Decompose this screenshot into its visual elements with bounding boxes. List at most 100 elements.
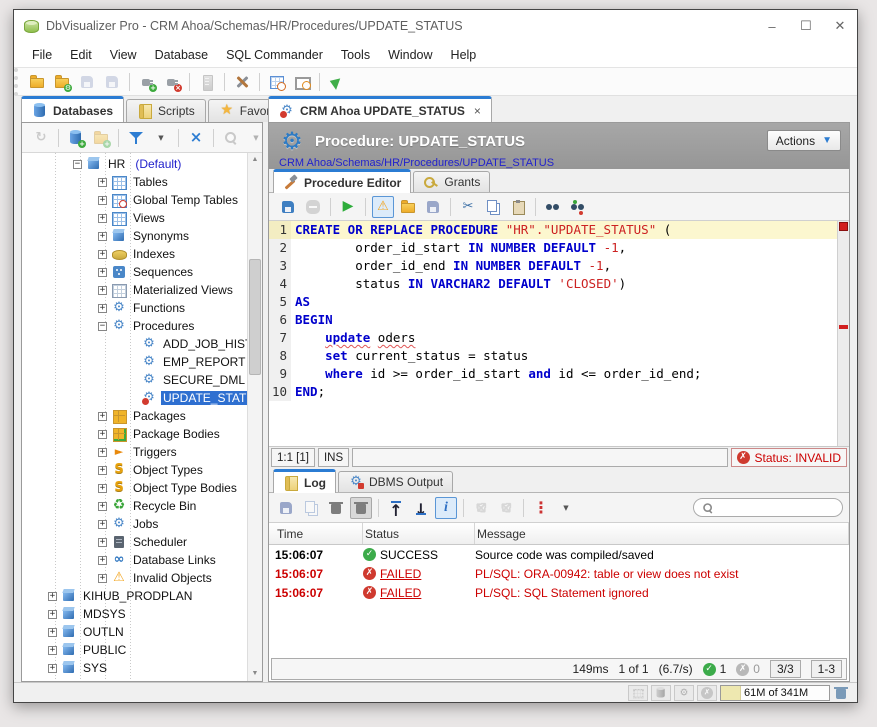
minimize-button[interactable]: –: [755, 10, 789, 42]
show-errors-button[interactable]: ⚠: [372, 196, 394, 218]
code-line-4[interactable]: 4 status IN VARCHAR2 DEFAULT 'CLOSED'): [269, 275, 837, 293]
tree-expander-icon[interactable]: +: [98, 520, 107, 529]
tree-item-synonyms[interactable]: +Synonyms: [22, 227, 247, 245]
refresh-button[interactable]: ↻: [30, 127, 52, 149]
tree-expander-icon[interactable]: −: [98, 322, 107, 331]
tree-expander-icon[interactable]: +: [98, 268, 107, 277]
filter-button[interactable]: [125, 127, 147, 149]
menu-database[interactable]: Database: [147, 45, 217, 65]
code-line-10[interactable]: 10END;: [269, 383, 837, 401]
cut-button[interactable]: ✂: [457, 196, 479, 218]
memory-indicator[interactable]: 61M of 341M: [720, 685, 830, 701]
collapse-all-button[interactable]: ×: [185, 127, 207, 149]
tab-dbms-output[interactable]: ⚙DBMS Output: [338, 471, 453, 492]
tree-item-materialized-views[interactable]: +Materialized Views: [22, 281, 247, 299]
find-button[interactable]: [542, 196, 564, 218]
data-monitor-button[interactable]: [266, 71, 288, 93]
export-log-button[interactable]: [275, 497, 297, 519]
connect-button[interactable]: +: [136, 71, 158, 93]
tab-scripts[interactable]: Scripts: [126, 99, 206, 122]
scroll-down-icon[interactable]: ▼: [248, 667, 262, 681]
tab-log[interactable]: Log: [273, 469, 336, 493]
tree-item-jobs[interactable]: +⚙Jobs: [22, 515, 247, 533]
log-search-box[interactable]: [693, 498, 843, 517]
sql-monitor-button[interactable]: [291, 71, 313, 93]
col-message[interactable]: Message: [475, 523, 849, 544]
tree-expander-icon[interactable]: +: [48, 592, 57, 601]
expand-all-button[interactable]: [470, 497, 492, 519]
col-time[interactable]: Time: [275, 523, 363, 544]
tree-expander-icon[interactable]: +: [98, 304, 107, 313]
menu-help[interactable]: Help: [443, 45, 485, 65]
tool-properties-button[interactable]: [231, 71, 253, 93]
tree-expander-icon[interactable]: +: [48, 646, 57, 655]
log-table-header[interactable]: Time Status Message: [269, 523, 849, 545]
tree-item-kihub-prodplan[interactable]: +KIHUB_PRODPLAN: [22, 587, 247, 605]
tree-item-packages[interactable]: +Packages: [22, 407, 247, 425]
error-overview-ruler[interactable]: [837, 221, 849, 446]
tree-expander-icon[interactable]: +: [48, 610, 57, 619]
tree-expander-icon[interactable]: +: [98, 178, 107, 187]
tree-expander-icon[interactable]: +: [48, 664, 57, 673]
tab-grants[interactable]: Grants: [413, 171, 490, 192]
tree-item-sys[interactable]: +SYS: [22, 659, 247, 677]
scroll-to-bottom-button[interactable]: [410, 497, 432, 519]
tree-expander-icon[interactable]: +: [98, 574, 107, 583]
code-line-6[interactable]: 6BEGIN: [269, 311, 837, 329]
menu-file[interactable]: File: [24, 45, 60, 65]
error-marker-top[interactable]: [839, 222, 848, 231]
tree-expander-icon[interactable]: +: [98, 250, 107, 259]
scrollbar-thumb[interactable]: [249, 259, 261, 375]
close-button[interactable]: ✕: [823, 10, 857, 42]
menu-view[interactable]: View: [102, 45, 145, 65]
tree-item-triggers[interactable]: +Triggers: [22, 443, 247, 461]
tab-databases[interactable]: Databases: [21, 96, 124, 122]
show-info-button[interactable]: i: [435, 497, 457, 519]
tree-expander-icon[interactable]: +: [98, 502, 107, 511]
tree-item-object-type-bodies[interactable]: +Object Type Bodies: [22, 479, 247, 497]
tree-expander-icon[interactable]: +: [98, 412, 107, 421]
actions-button[interactable]: Actions ▼: [767, 130, 841, 151]
grid-status-button[interactable]: [628, 685, 648, 701]
menu-sql-commander[interactable]: SQL Commander: [218, 45, 331, 65]
tree-item-public[interactable]: +PUBLIC: [22, 641, 247, 659]
log-row[interactable]: 15:06:07✗FAILEDPL/SQL: ORA-00942: table …: [269, 564, 849, 583]
code-line-7[interactable]: 7 update oders: [269, 329, 837, 347]
tree-item-object-types[interactable]: +Object Types: [22, 461, 247, 479]
copy-button[interactable]: [482, 196, 504, 218]
database-server-button[interactable]: [196, 71, 218, 93]
compile-run-button[interactable]: ▶: [337, 196, 359, 218]
tree-item-update-status[interactable]: +⚙UPDATE_STATUS: [22, 389, 247, 407]
tree-item-database-links[interactable]: +Database Links: [22, 551, 247, 569]
find-replace-button[interactable]: [567, 196, 589, 218]
open-file-button[interactable]: [26, 71, 48, 93]
col-status[interactable]: Status: [363, 523, 475, 544]
menu-edit[interactable]: Edit: [62, 45, 100, 65]
tree-expander-icon[interactable]: +: [98, 196, 107, 205]
code-line-3[interactable]: 3 order_id_end IN NUMBER DEFAULT -1,: [269, 257, 837, 275]
add-folder-button[interactable]: +: [90, 127, 112, 149]
locate-dropdown-button[interactable]: ▼: [245, 127, 267, 149]
log-row[interactable]: 15:06:07✓SUCCESSSource code was compiled…: [269, 545, 849, 564]
tree-scrollbar[interactable]: ▲ ▼: [247, 153, 262, 681]
tree-item-scheduler[interactable]: +Scheduler: [22, 533, 247, 551]
search-input[interactable]: [720, 502, 862, 514]
errors-status-button[interactable]: [697, 685, 717, 701]
tab-close-icon[interactable]: ×: [474, 104, 481, 118]
tree-item-global-temp-tables[interactable]: +Global Temp Tables: [22, 191, 247, 209]
code-line-9[interactable]: 9 where id >= order_id_start and id <= o…: [269, 365, 837, 383]
tree-expander-icon[interactable]: +: [98, 430, 107, 439]
filter-dropdown-button[interactable]: ▼: [150, 127, 172, 149]
save-button[interactable]: [76, 71, 98, 93]
save-as-button[interactable]: [101, 71, 123, 93]
tree-item-indexes[interactable]: +Indexes: [22, 245, 247, 263]
add-connection-button[interactable]: +: [65, 127, 87, 149]
tree-expander-icon[interactable]: +: [98, 466, 107, 475]
code-line-2[interactable]: 2 order_id_start IN NUMBER DEFAULT -1,: [269, 239, 837, 257]
tree-item-functions[interactable]: +⚙Functions: [22, 299, 247, 317]
menu-tools[interactable]: Tools: [333, 45, 378, 65]
clear-on-execute-button[interactable]: [350, 497, 372, 519]
tree-expander-icon[interactable]: +: [98, 538, 107, 547]
tree-expander-icon[interactable]: −: [73, 160, 82, 169]
tree-item-sequences[interactable]: +Sequences: [22, 263, 247, 281]
